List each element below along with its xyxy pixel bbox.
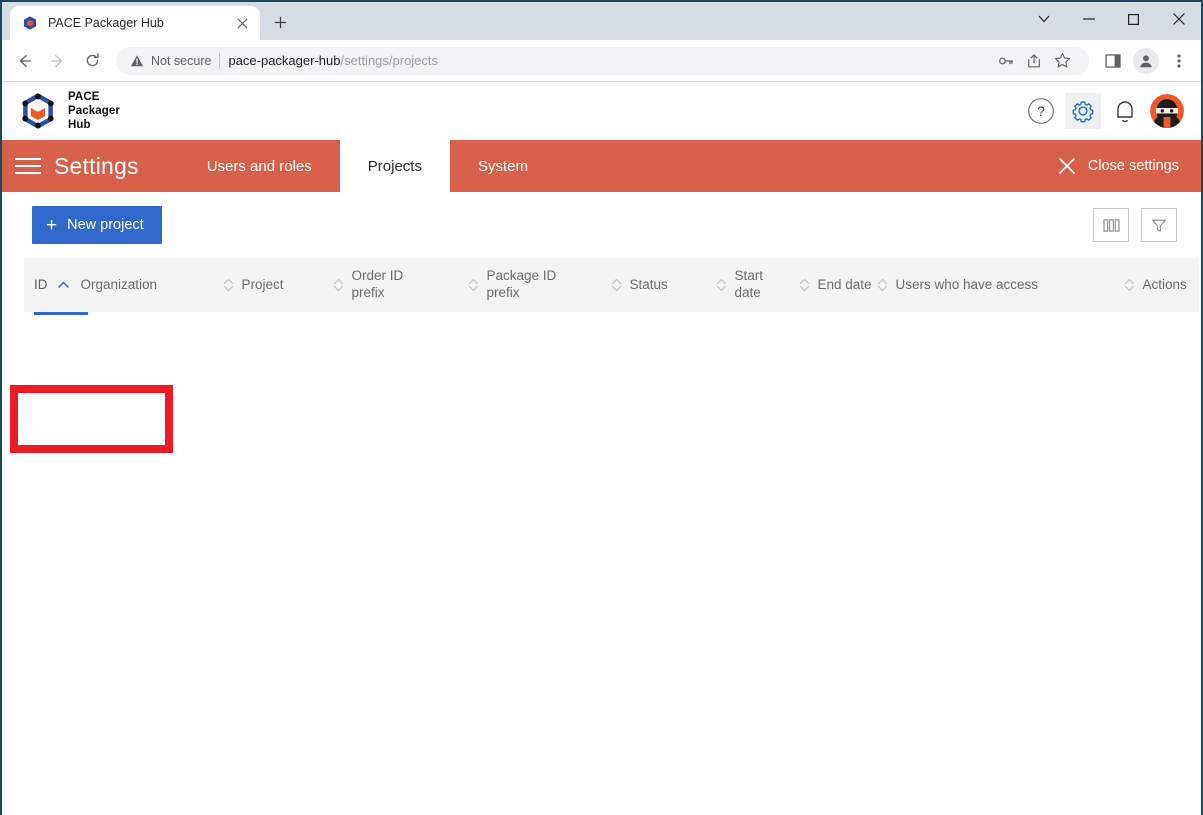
column-label-package-id-prefix: Package ID prefix xyxy=(486,268,557,300)
column-header-status[interactable]: Status xyxy=(611,258,716,312)
forward-button[interactable] xyxy=(42,45,74,77)
column-label-users-who-have-access: Users who have access xyxy=(895,276,1039,292)
maximize-button[interactable] xyxy=(1111,2,1156,36)
tab-users-and-roles[interactable]: Users and roles xyxy=(179,140,340,192)
column-header-users-who-have-access[interactable]: Users who have access xyxy=(877,258,1124,312)
header-icon-group: ? xyxy=(1023,93,1185,129)
brand-line-3: Hub xyxy=(68,119,91,132)
side-panel-icon[interactable] xyxy=(1097,45,1129,77)
tab-projects[interactable]: Projects xyxy=(339,140,450,192)
address-bar[interactable]: Not secure pace-packager-hub/settings/pr… xyxy=(116,46,1089,75)
close-settings-label: Close settings xyxy=(1087,158,1179,174)
pace-cube-favicon xyxy=(24,16,36,30)
window-controls xyxy=(1021,2,1201,36)
projects-table-body xyxy=(2,312,1201,815)
reload-button[interactable] xyxy=(76,45,108,77)
new-tab-button[interactable] xyxy=(266,8,294,36)
column-header-order-id-prefix[interactable]: Order ID prefix xyxy=(333,258,468,312)
column-header-actions[interactable]: Actions xyxy=(1124,258,1187,312)
browser-toolbar: Not secure pace-packager-hub/settings/pr… xyxy=(2,40,1201,82)
pace-cube-logo xyxy=(22,93,54,129)
columns-button[interactable] xyxy=(1093,208,1129,242)
column-label-actions: Actions xyxy=(1142,276,1187,292)
app-header: PACE Packager Hub ? xyxy=(2,82,1201,140)
hamburger-menu-icon[interactable] xyxy=(2,140,54,192)
more-menu-icon[interactable] xyxy=(1163,45,1195,77)
column-header-end-date[interactable]: End date xyxy=(799,258,877,312)
column-label-start-date: Start date xyxy=(734,268,764,300)
help-icon[interactable]: ? xyxy=(1023,93,1059,129)
column-label-organization: Organization xyxy=(80,276,158,292)
filter-button[interactable] xyxy=(1141,208,1177,242)
back-button[interactable] xyxy=(8,45,40,77)
app-logo[interactable]: PACE Packager Hub xyxy=(20,90,120,132)
url-host: pace-packager-hub xyxy=(228,53,341,68)
tab-close-icon[interactable] xyxy=(232,13,252,33)
browser-tab[interactable]: PACE Packager Hub xyxy=(10,6,260,40)
columns-icon xyxy=(1102,218,1120,232)
tab-search-button[interactable] xyxy=(1021,2,1066,36)
user-avatar[interactable] xyxy=(1149,93,1185,129)
sort-both-icon xyxy=(716,278,726,292)
browser-tab-strip: PACE Packager Hub xyxy=(2,2,1201,40)
minimize-button[interactable] xyxy=(1066,2,1111,36)
address-bar-url: pace-packager-hub/settings/projects xyxy=(228,53,438,68)
brand-line-2: Packager xyxy=(68,104,120,117)
notifications-bell-icon[interactable] xyxy=(1107,93,1143,129)
sort-both-icon xyxy=(1124,278,1134,292)
key-icon[interactable] xyxy=(993,48,1019,74)
svg-text:?: ? xyxy=(1037,103,1045,119)
omnibox-divider xyxy=(219,52,221,69)
column-header-organization[interactable]: Organization xyxy=(81,258,223,312)
column-label-status: Status xyxy=(629,276,668,292)
filter-funnel-icon xyxy=(1151,219,1167,232)
sort-both-icon xyxy=(223,278,233,292)
brand-text: PACE Packager Hub xyxy=(68,90,120,132)
column-header-project[interactable]: Project xyxy=(223,258,333,312)
table-tools xyxy=(1093,208,1177,242)
star-icon[interactable] xyxy=(1049,48,1075,74)
sort-both-icon xyxy=(333,278,343,292)
sort-active-indicator xyxy=(34,312,88,315)
brand-line-1: PACE xyxy=(68,90,100,103)
security-indicator[interactable]: Not secure xyxy=(130,54,211,68)
url-path: /settings/projects xyxy=(340,53,439,68)
new-project-label: New project xyxy=(67,217,144,233)
column-label-id: ID xyxy=(34,276,48,292)
page-title: Settings xyxy=(54,152,139,179)
settings-bar: Settings Users and roles Projects System… xyxy=(2,140,1201,192)
avatar xyxy=(1150,94,1184,128)
sort-both-icon xyxy=(877,278,887,292)
close-window-button[interactable] xyxy=(1156,2,1201,36)
column-label-project: Project xyxy=(241,276,284,292)
sort-both-icon xyxy=(799,278,809,292)
projects-page: + New project ID Organization Project Or… xyxy=(2,192,1201,815)
projects-toolbar: + New project xyxy=(2,192,1201,258)
sort-both-icon xyxy=(611,278,621,292)
close-settings-button[interactable]: Close settings xyxy=(1040,140,1201,192)
browser-window: PACE Packager Hub Not secure pace-packag… xyxy=(0,0,1203,815)
column-header-id[interactable]: ID xyxy=(24,258,69,312)
projects-table-header: ID Organization Project Order ID prefix … xyxy=(24,258,1199,315)
plus-icon: + xyxy=(46,214,58,236)
settings-gear-icon[interactable] xyxy=(1065,93,1101,129)
security-label: Not secure xyxy=(151,53,212,68)
tab-system[interactable]: System xyxy=(450,140,556,192)
column-label-order-id-prefix: Order ID prefix xyxy=(351,268,404,300)
column-header-start-date[interactable]: Start date xyxy=(716,258,799,312)
close-icon xyxy=(1058,157,1076,175)
column-header-package-id-prefix[interactable]: Package ID prefix xyxy=(468,258,611,312)
browser-tab-title: PACE Packager Hub xyxy=(48,16,164,30)
sort-both-icon xyxy=(468,278,478,292)
omnibox-actions xyxy=(993,48,1075,74)
new-project-button[interactable]: + New project xyxy=(32,206,162,244)
share-icon[interactable] xyxy=(1021,48,1047,74)
warning-triangle-icon xyxy=(130,54,144,66)
chevron-up-icon xyxy=(57,281,69,288)
column-label-end-date: End date xyxy=(817,276,872,292)
profile-icon[interactable] xyxy=(1133,47,1159,74)
